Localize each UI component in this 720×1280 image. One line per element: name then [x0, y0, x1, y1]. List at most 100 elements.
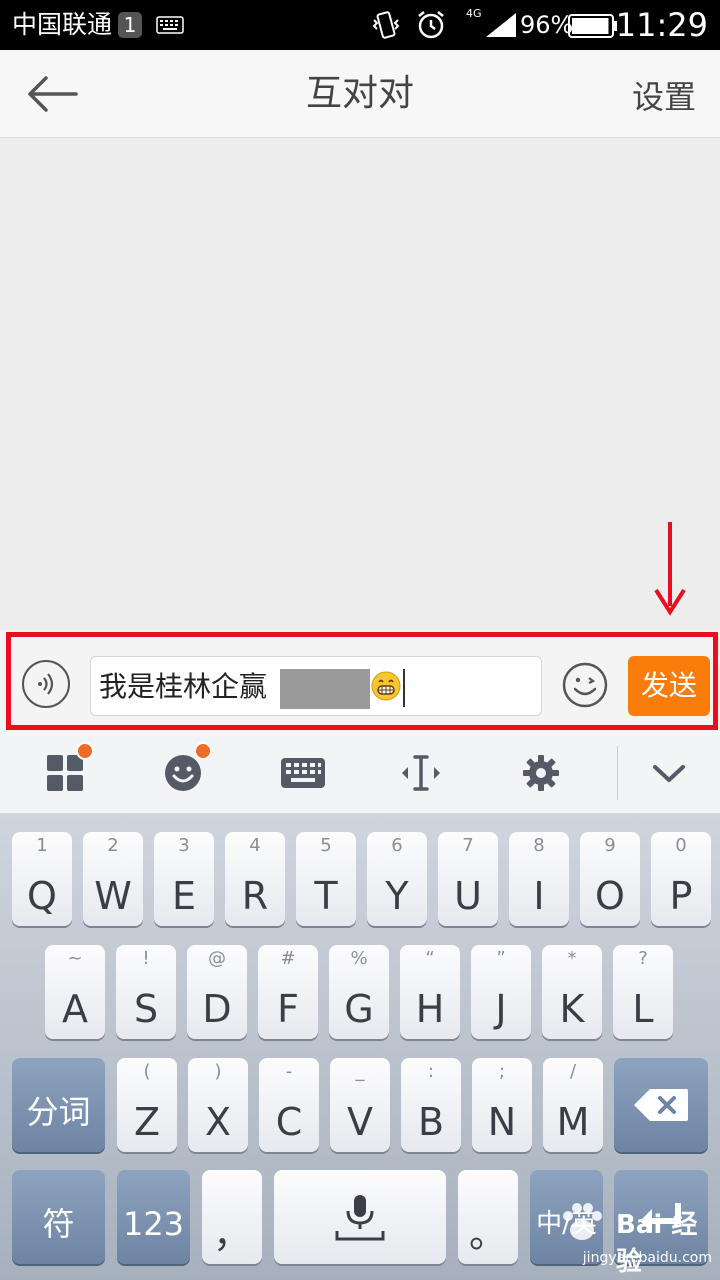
emoji-face-icon — [165, 755, 201, 791]
text-cursor-icon — [402, 755, 440, 791]
key-q[interactable]: 1Q — [12, 832, 72, 926]
emoji-panel-button[interactable] — [148, 732, 218, 814]
key-label: B — [417, 1100, 445, 1144]
key-hint: 1 — [36, 835, 48, 856]
send-button[interactable]: 发送 — [628, 656, 710, 716]
key-k[interactable]: * K — [542, 945, 602, 1039]
key-label: W — [94, 874, 132, 918]
message-input[interactable]: 我是桂林企赢 — [90, 656, 542, 716]
period-key[interactable]: 。 — [458, 1170, 518, 1264]
keyboard-icon — [281, 758, 325, 788]
clock: 11:29 — [615, 6, 708, 44]
back-arrow-icon — [28, 76, 78, 112]
keyboard-switch-button[interactable] — [268, 732, 338, 814]
key-d[interactable]: @ D — [187, 945, 247, 1039]
key-b[interactable]: :B — [401, 1058, 461, 1152]
key-o[interactable]: 9O — [580, 832, 640, 926]
key-s[interactable]: ! S — [116, 945, 176, 1039]
key-hint: : — [427, 1061, 435, 1082]
carrier-label: 中国联通 — [12, 10, 113, 39]
backspace-key[interactable] — [614, 1058, 708, 1152]
key-hint: ; — [498, 1061, 506, 1082]
battery-percent: 96% — [520, 11, 574, 39]
key-u[interactable]: 7U — [438, 832, 498, 926]
symbols-key[interactable]: 符 — [12, 1170, 105, 1264]
smiley-icon — [562, 662, 608, 708]
chat-messages-area — [0, 138, 720, 630]
key-hint: 9 — [604, 835, 616, 856]
emoji-button[interactable] — [562, 662, 608, 708]
key-c[interactable]: -C — [259, 1058, 319, 1152]
key-label: M — [556, 1100, 590, 1144]
battery-icon — [568, 14, 618, 42]
key-e[interactable]: 3E — [154, 832, 214, 926]
key-hint: - — [285, 1061, 293, 1082]
back-button[interactable] — [22, 68, 82, 120]
key-v[interactable]: _ V — [330, 1058, 390, 1152]
chevron-down-icon — [653, 765, 685, 782]
key-t[interactable]: 5T — [296, 832, 356, 926]
microphone-icon — [335, 1195, 385, 1241]
key-hint: “ — [425, 948, 435, 969]
apps-button[interactable] — [30, 732, 100, 814]
key-label: F — [277, 987, 299, 1031]
sim-badge: 1 — [118, 12, 142, 38]
key-hint: 8 — [533, 835, 545, 856]
key-hint: ~ — [67, 948, 83, 969]
key-f[interactable]: # F — [258, 945, 318, 1039]
key-hint: ? — [638, 948, 648, 969]
key-hint: 2 — [107, 835, 119, 856]
key-j[interactable]: ” J — [471, 945, 531, 1039]
segment-key[interactable]: 分词 — [12, 1058, 105, 1152]
hide-keyboard-button[interactable] — [634, 732, 704, 814]
key-label: U — [454, 874, 482, 918]
key-label: V — [347, 1100, 373, 1144]
key-hint: 4 — [249, 835, 261, 856]
space-key[interactable] — [274, 1170, 446, 1264]
vibrate-icon — [370, 10, 402, 44]
keyboard-settings-button[interactable] — [506, 732, 576, 814]
key-hint: * — [567, 948, 577, 969]
voice-input-button[interactable] — [22, 660, 70, 708]
comma-key[interactable]: ， — [202, 1170, 262, 1264]
paw-logo-icon — [563, 1203, 602, 1240]
key-label: D — [202, 987, 232, 1031]
key-label: Z — [133, 1100, 161, 1144]
toolbar-divider — [617, 746, 618, 800]
key-m[interactable]: / M — [543, 1058, 603, 1152]
key-h[interactable]: “H — [400, 945, 460, 1039]
key-l[interactable]: ? L — [613, 945, 673, 1039]
key-w[interactable]: 2W — [83, 832, 143, 926]
watermark: Bai 经验 jingyan.baidu.com — [546, 1190, 716, 1277]
grin-emoji-icon — [371, 671, 401, 701]
key-hint: 0 — [675, 835, 687, 856]
key-label: E — [171, 874, 196, 918]
key-hint: # — [280, 948, 296, 969]
key-hint: @ — [208, 948, 226, 969]
key-g[interactable]: % G — [329, 945, 389, 1039]
settings-button[interactable]: 设置 — [632, 50, 696, 144]
grid-apps-icon — [47, 755, 83, 791]
key-label: Q — [27, 874, 57, 918]
annotation-arrow-icon — [652, 520, 688, 620]
key-n[interactable]: ; N — [472, 1058, 532, 1152]
key-hint: 5 — [320, 835, 332, 856]
key-hint: ” — [496, 948, 506, 969]
key-label: J — [495, 987, 507, 1031]
key-y[interactable]: 6Y — [367, 832, 427, 926]
key-label: R — [241, 874, 269, 918]
watermark-brand: Bai 经验 — [616, 1210, 698, 1277]
key-p[interactable]: 0P — [651, 832, 711, 926]
key-x[interactable]: ) X — [188, 1058, 248, 1152]
key-i[interactable]: 8I — [509, 832, 569, 926]
numbers-key[interactable]: 123 — [117, 1170, 190, 1264]
key-label: Y — [385, 874, 409, 918]
key-hint: ( — [143, 1061, 151, 1082]
cursor-move-button[interactable] — [386, 732, 456, 814]
key-a[interactable]: ~ A — [45, 945, 105, 1039]
key-hint: 3 — [178, 835, 190, 856]
keyboard-toolbar — [0, 732, 720, 814]
text-caret — [403, 669, 405, 707]
key-z[interactable]: (Z — [117, 1058, 177, 1152]
key-r[interactable]: 4R — [225, 832, 285, 926]
